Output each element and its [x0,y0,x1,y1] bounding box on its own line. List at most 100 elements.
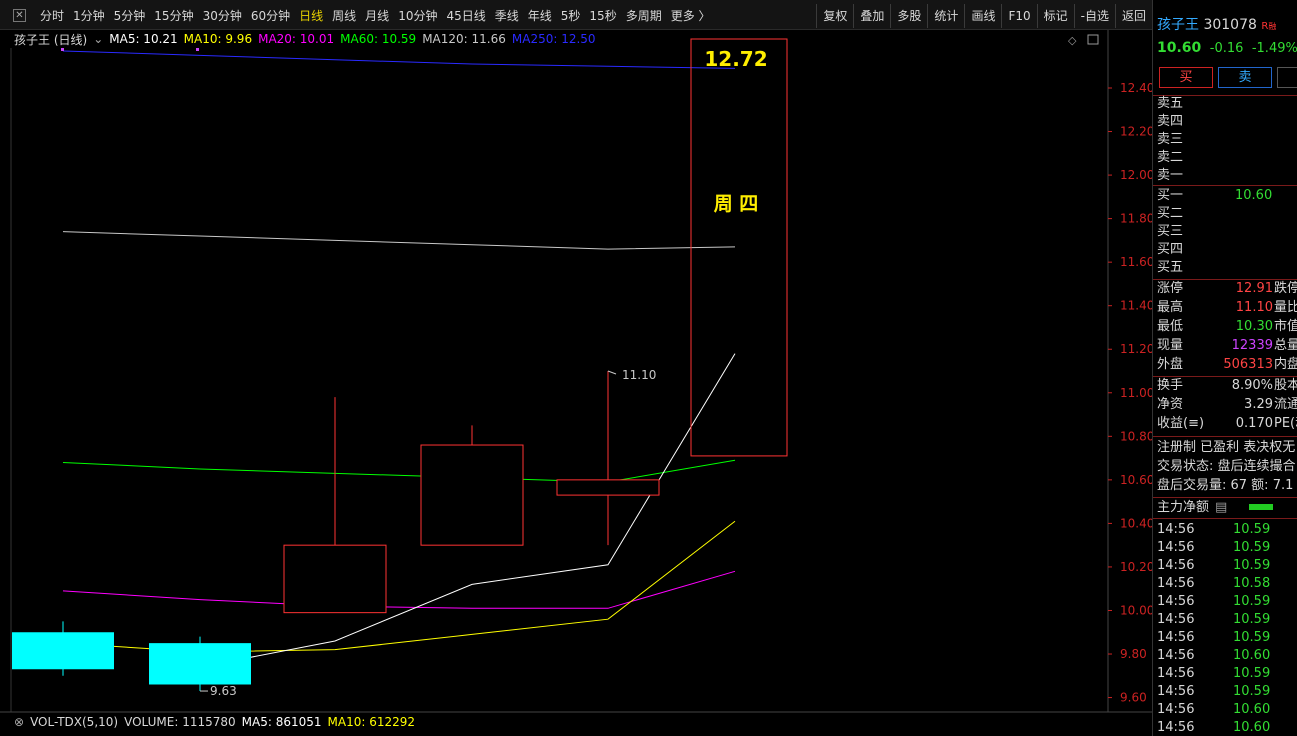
candle-body-0 [12,632,114,670]
stock-title: 孩子王 301078 R融 [1157,14,1276,34]
bid-label: 买四 [1157,242,1184,257]
ma250-value: MA250: 12.50 [511,32,596,46]
period-tab-3[interactable]: 15分钟 [154,7,193,24]
tick-row-1: 14:56 10.59 [1157,539,1270,557]
tool-button-0[interactable]: 复权 [816,4,853,28]
period-tab-6[interactable]: 日线 [299,7,323,24]
stat2-label: 收益(≡) [1157,416,1205,431]
y-tick-label-0: 12.40 [1120,81,1152,95]
period-tab-0[interactable]: 分时 [40,7,64,24]
tool-button-5[interactable]: F10 [1001,4,1036,28]
stat-extra: 市值 [1274,319,1297,334]
bid-row-0: 买一 10.60 [1157,187,1272,205]
period-tab-4[interactable]: 30分钟 [203,7,242,24]
kline-chart[interactable]: 12.40 12.20 12.00 11.80 11.60 11.40 11.20 11.00… [0,0,1152,736]
tick-row-4: 14:56 10.59 [1157,593,1270,611]
bid-row-2: 买三 [1157,223,1183,241]
tick-price: 10.59 [1233,558,1271,573]
period-tab-8[interactable]: 月线 [365,7,389,24]
bid-label: 买五 [1157,260,1184,275]
stat-label: 最高 [1157,300,1184,315]
stat-row-3: 现量 12339总量 [1157,337,1297,355]
price-pct: -1.49% [1251,41,1297,56]
tool-button-2[interactable]: 多股 [890,4,927,28]
tick-time: 14:56 [1157,720,1195,735]
trade-buttons: 买 卖 撤 [1159,67,1297,88]
tick-price: 10.59 [1233,540,1271,555]
bid-row-3: 买四 [1157,241,1183,259]
period-tab-14[interactable]: 15秒 [589,7,616,24]
stock-code: 301078 [1203,17,1257,33]
ma250-line [62,50,736,69]
net-flow-row[interactable]: 主力净额 ▤ [1157,499,1227,517]
period-tab-2[interactable]: 5分钟 [114,7,146,24]
period-tab-1[interactable]: 1分钟 [73,7,105,24]
tick-price: 10.59 [1233,612,1271,627]
period-tab-13[interactable]: 5秒 [561,7,581,24]
tick-row-9: 14:56 10.59 [1157,683,1270,701]
y-tick-label-7: 11.00 [1120,386,1152,400]
candle-body-1 [149,643,251,685]
tool-button-6[interactable]: 标记 [1036,4,1074,28]
diamond-icon: ◇ [1068,34,1077,47]
tick-time: 14:56 [1157,540,1195,555]
sep-notes [1153,436,1297,437]
period-tab-12[interactable]: 年线 [528,7,552,24]
tick-time: 14:56 [1157,594,1195,609]
period-tab-9[interactable]: 10分钟 [398,7,437,24]
high-marker [607,370,617,375]
tick-price: 10.58 [1233,576,1271,591]
y-tick-label-3: 11.80 [1120,212,1152,226]
period-tab-16[interactable]: 更多 〉 [671,7,711,24]
period-tab-11[interactable]: 季线 [495,7,519,24]
quote-panel: 孩子王 301078 R融 10.60 -0.16 -1.49% 买 卖 撤 卖… [1152,0,1297,736]
tool-button-3[interactable]: 统计 [927,4,964,28]
period-tab-10[interactable]: 45日线 [446,7,485,24]
period-tab-15[interactable]: 多周期 [626,7,662,24]
tick-row-5: 14:56 10.59 [1157,611,1270,629]
marker-dot-1 [196,48,199,51]
close-icon[interactable]: ✕ [13,9,26,22]
y-tick-label-11: 10.20 [1120,560,1152,574]
price-change: -0.16 [1209,41,1244,56]
volume-ma10: MA10: 612292 [327,715,416,729]
note-text: 交易状态: 盘后连续撮合 [1157,459,1296,474]
tool-button-7[interactable]: -自选 [1073,4,1115,28]
stat-label: 最低 [1157,319,1184,334]
tick-price: 10.60 [1233,648,1271,663]
tool-buttons: 复权 叠加 多股 统计 画线 F10 标记 -自选 返回 [816,4,1152,28]
note-text: 盘后交易量: 67 额: 7.1 [1157,478,1294,493]
note-row-0: 注册制 已盈利 表决权无 [1157,439,1295,457]
volume-label[interactable]: VOL-TDX(5,10) [30,715,118,729]
tick-time: 14:56 [1157,702,1195,717]
price-line: 10.60 -0.16 -1.49% [1157,40,1297,56]
stock-tag-2: 融 [1268,22,1277,31]
bid-label: 买一 [1157,188,1184,203]
indicator-menu-icon[interactable]: ⌄ [93,32,103,46]
volume-menu-icon[interactable]: ⊗ [14,715,24,729]
period-tab-5[interactable]: 60分钟 [251,7,290,24]
tick-time: 14:56 [1157,558,1195,573]
tick-time: 14:56 [1157,648,1195,663]
ma120-line [62,231,736,250]
ma10-value: MA10: 9.96 [183,32,253,46]
candle-body-4 [556,479,660,496]
buy-button[interactable]: 买 [1159,67,1213,88]
tick-price: 10.59 [1233,684,1271,699]
cancel-button[interactable]: 撤 [1277,67,1297,88]
tool-button-1[interactable]: 叠加 [853,4,890,28]
ma5-value: MA5: 10.21 [109,32,178,46]
period-tab-7[interactable]: 周线 [332,7,356,24]
sell-button[interactable]: 卖 [1218,67,1272,88]
ask-row-4: 卖一 [1157,167,1183,185]
stat-value: 12.91 [1235,281,1273,296]
tool-button-4[interactable]: 画线 [964,4,1001,28]
y-tick-label-8: 10.80 [1120,429,1152,443]
stat2-value: 0.170 [1235,416,1273,431]
ma120-value: MA120: 11.66 [422,32,506,46]
tool-button-8[interactable]: 返回 [1114,4,1152,28]
stat-extra: 量比 [1274,300,1297,315]
stat-value: 506313 [1223,357,1273,372]
period-tabs: 分时 1分钟 5分钟 15分钟 30分钟 60分钟 日线 周线 月线 10分钟 45日线 季线 年线 5秒… [40,0,720,30]
chart-title[interactable]: 孩子王 (日线) [14,31,87,48]
